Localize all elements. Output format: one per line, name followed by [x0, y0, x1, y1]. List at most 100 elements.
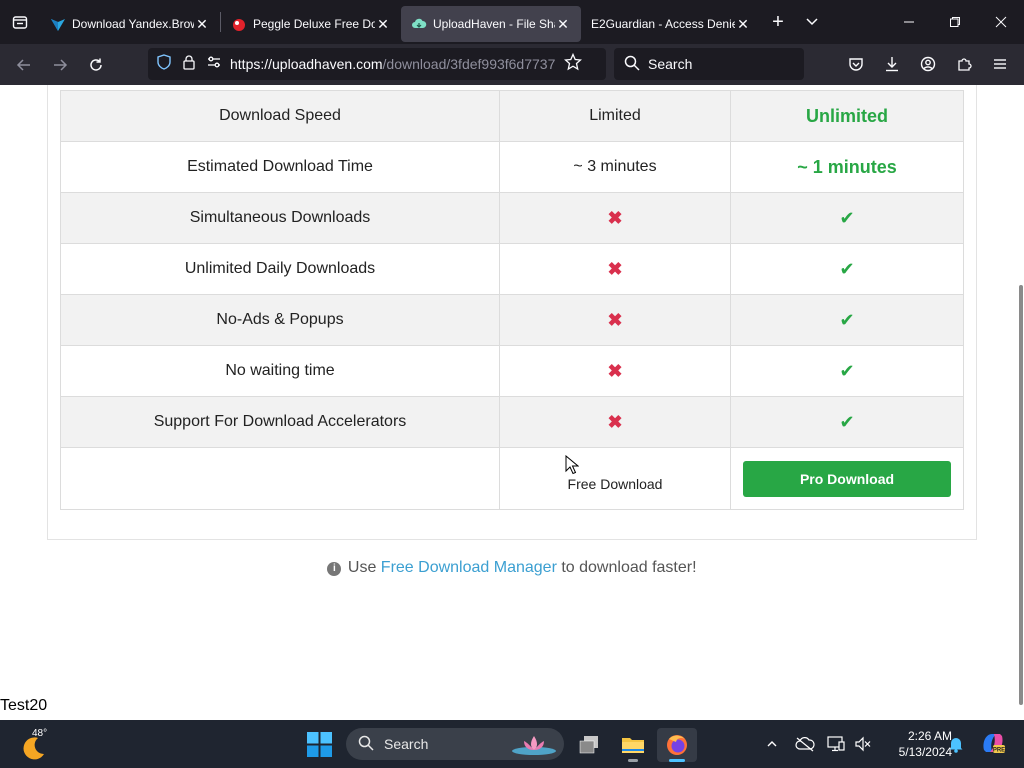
free-download-cell: Free Download: [499, 447, 731, 510]
tab-peggle[interactable]: Peggle Deluxe Free Download ✕: [221, 6, 401, 42]
cross-icon: ✖: [607, 411, 623, 432]
feature-name: Support For Download Accelerators: [60, 396, 500, 448]
windows-taskbar: 48° Search 2:26 AM 5/13/2024 PRE: [0, 720, 1024, 768]
mouse-cursor-icon: [565, 455, 579, 475]
tip-suffix: to download faster!: [561, 559, 697, 576]
notification-bell-icon[interactable]: [946, 734, 966, 754]
comparison-row: Estimated Download Time ~ 3 minutes ~ 1 mi…: [60, 141, 964, 193]
app-active-indicator: [669, 759, 685, 762]
url-path: /download/3fdef993f6d7737: [382, 56, 556, 72]
weather-widget[interactable]: 48°: [18, 728, 58, 762]
tab-title: UploadHaven - File Sharing: [433, 17, 555, 31]
pro-value-cell: ~ 1 minutes: [730, 141, 964, 193]
task-view-icon[interactable]: [569, 728, 609, 762]
browser-nav-bar: https://uploadhaven.com/download/3fdef99…: [0, 44, 1024, 85]
peggle-icon: [231, 16, 247, 32]
comparison-row: No waiting time ✖ ✔: [60, 345, 964, 397]
svg-text:PRE: PRE: [993, 748, 1005, 754]
clock-date: 5/13/2024: [898, 745, 952, 759]
tab-list-icon[interactable]: [0, 0, 40, 44]
free-feature-cell: ✖: [499, 192, 731, 244]
volume-muted-icon[interactable]: [853, 734, 873, 754]
weather-temp: 48°: [32, 728, 48, 739]
free-download-button[interactable]: Free Download: [568, 476, 663, 492]
system-clock[interactable]: 2:26 AM 5/13/2024: [882, 728, 952, 760]
app-running-indicator: [628, 759, 638, 762]
free-value-cell: Limited: [499, 90, 731, 142]
scroll-thumb[interactable]: [1019, 285, 1023, 705]
free-feature-cell: ✖: [499, 243, 731, 295]
copilot-icon[interactable]: PRE: [980, 730, 1006, 756]
comparison-row: Unlimited Daily Downloads ✖ ✔: [60, 243, 964, 295]
browser-tab-bar: Download Yandex.Browser ✕ Peggle Deluxe …: [0, 0, 1024, 44]
restore-icon[interactable]: [932, 0, 978, 44]
download-buttons-row: Free Download Pro Download: [60, 447, 964, 510]
comparison-table: Download Speed Limited Unlimited Estimated …: [60, 90, 964, 510]
pro-feature-cell: ✔: [730, 192, 964, 244]
feature-name: No-Ads & Popups: [60, 294, 500, 346]
file-explorer-icon[interactable]: [613, 728, 653, 762]
close-icon[interactable]: ✕: [194, 16, 210, 33]
new-tab-button[interactable]: +: [761, 0, 795, 44]
bookmark-star-icon[interactable]: [563, 52, 583, 76]
tab-e2guardian[interactable]: E2Guardian - Access Denied ✕: [581, 6, 761, 42]
pocket-icon[interactable]: [841, 49, 871, 79]
taskbar-search-input[interactable]: Search: [346, 728, 564, 760]
lock-icon[interactable]: [182, 54, 196, 75]
pro-feature-cell: ✔: [730, 243, 964, 295]
permissions-icon[interactable]: [206, 54, 222, 75]
close-icon[interactable]: ✕: [735, 16, 751, 33]
account-icon[interactable]: [913, 49, 943, 79]
feature-name: No waiting time: [60, 345, 500, 397]
menu-icon[interactable]: [985, 49, 1015, 79]
tab-yandex[interactable]: Download Yandex.Browser ✕: [40, 6, 220, 42]
minimize-icon[interactable]: [886, 0, 932, 44]
cross-icon: ✖: [607, 258, 623, 279]
free-value: Limited: [589, 107, 641, 124]
close-icon[interactable]: ✕: [555, 16, 571, 33]
extensions-icon[interactable]: [949, 49, 979, 79]
pro-feature-cell: ✔: [730, 294, 964, 346]
windows-start-icon[interactable]: [307, 732, 332, 757]
tab-title: Peggle Deluxe Free Download: [253, 17, 375, 31]
download-icon[interactable]: [877, 49, 907, 79]
tab-uploadhaven[interactable]: UploadHaven - File Sharing ✕: [401, 6, 581, 42]
display-icon[interactable]: [826, 734, 846, 754]
chevron-down-icon[interactable]: [795, 0, 829, 44]
comparison-row: No-Ads & Popups ✖ ✔: [60, 294, 964, 346]
feature-name: Simultaneous Downloads: [60, 192, 500, 244]
info-icon: i: [327, 562, 342, 576]
url-text[interactable]: https://uploadhaven.com/download/3fdef99…: [230, 56, 560, 72]
free-feature-cell: ✖: [499, 396, 731, 448]
search-icon: [358, 735, 374, 754]
reload-icon[interactable]: [78, 49, 114, 81]
forward-arrow-icon[interactable]: [42, 49, 78, 81]
lotus-icon: [512, 736, 556, 755]
url-bar[interactable]: https://uploadhaven.com/download/3fdef99…: [148, 48, 606, 80]
check-icon: ✔: [839, 258, 855, 279]
url-host: https://uploadhaven.com: [230, 56, 383, 72]
tip-prefix: Use: [347, 559, 377, 576]
shield-icon[interactable]: [156, 53, 172, 75]
close-window-icon[interactable]: [978, 0, 1024, 44]
onedrive-offline-icon[interactable]: [795, 734, 815, 754]
free-feature-cell: ✖: [499, 345, 731, 397]
feature-name: Download Speed: [60, 90, 500, 142]
tab-title: E2Guardian - Access Denied: [591, 17, 735, 31]
page-scrollbar[interactable]: [1016, 85, 1024, 720]
taskbar-search-placeholder: Search: [384, 736, 429, 752]
page-content: Download Speed Limited Unlimited Estimated …: [0, 85, 1024, 720]
search-placeholder: Search: [648, 56, 693, 72]
chevron-up-icon[interactable]: [762, 734, 782, 754]
pro-download-cell: Pro Download: [730, 447, 964, 510]
comparison-row: Support For Download Accelerators ✖ ✔: [60, 396, 964, 448]
free-feature-cell: ✖: [499, 294, 731, 346]
pro-download-button[interactable]: Pro Download: [743, 460, 951, 497]
close-icon[interactable]: ✕: [375, 16, 391, 33]
back-arrow-icon[interactable]: [6, 49, 42, 81]
firefox-icon[interactable]: [657, 728, 697, 762]
pro-value-cell: Unlimited: [730, 90, 964, 142]
free-download-manager-link[interactable]: Free Download Manager: [381, 559, 557, 576]
cross-icon: ✖: [607, 360, 623, 381]
search-input[interactable]: Search: [614, 48, 804, 80]
